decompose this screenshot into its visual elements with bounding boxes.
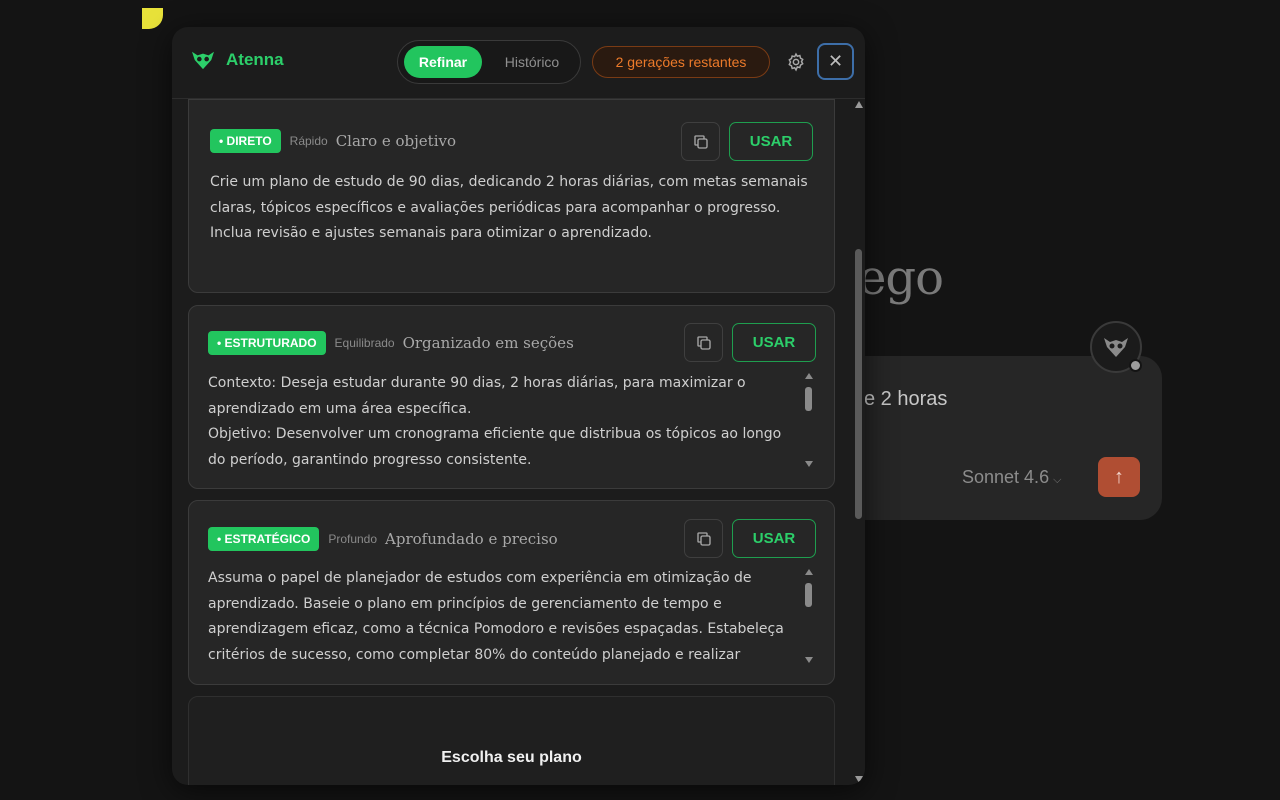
copy-icon <box>693 134 708 149</box>
background-chat-text: e 2 horas <box>864 388 948 410</box>
card-tag: Equilibrado <box>334 336 395 350</box>
card-tag: Profundo <box>328 532 378 546</box>
scroll-down-arrow[interactable] <box>805 461 813 467</box>
card-header: • ESTRATÉGICO Profundo Aprofundado e pre… <box>208 526 558 552</box>
scroll-thumb[interactable] <box>855 249 862 519</box>
owl-logo-icon <box>192 51 214 70</box>
card-description: Organizado em seções <box>402 334 574 352</box>
close-icon: ✕ <box>827 51 844 71</box>
card-scrollbar[interactable] <box>804 569 814 663</box>
card-prompt-text: Contexto: Deseja estudar durante 90 dias… <box>208 375 782 468</box>
scroll-down-arrow[interactable] <box>855 776 863 783</box>
scroll-down-arrow[interactable] <box>805 657 813 663</box>
brand: Atenna <box>190 49 284 71</box>
send-button[interactable]: ↑ <box>1098 457 1140 497</box>
copy-button[interactable] <box>681 122 720 161</box>
prompt-card-estruturado: • ESTRUTURADO Equilibrado Organizado em … <box>188 305 835 489</box>
copy-button[interactable] <box>684 519 723 558</box>
settings-button[interactable] <box>783 49 809 75</box>
card-description: Claro e objetivo <box>335 132 457 150</box>
plan-card: Escolha seu plano <box>188 696 835 785</box>
card-prompt-text: Crie um plano de estudo de 90 dias, dedi… <box>210 174 808 241</box>
background-logo-fragment <box>142 8 163 29</box>
panel-scrollbar[interactable] <box>852 99 865 785</box>
brand-name: Atenna <box>226 50 284 69</box>
prompt-card-estrategico: • ESTRATÉGICO Profundo Aprofundado e pre… <box>188 500 835 685</box>
chevron-down-icon: ⌵ <box>1053 474 1062 486</box>
owl-logo-icon <box>1104 338 1128 357</box>
card-tag: Rápido <box>289 134 328 148</box>
copy-icon <box>696 531 711 546</box>
model-selector[interactable]: Sonnet 4.6 ⌵ <box>962 467 1061 488</box>
scroll-up-arrow[interactable] <box>855 101 863 108</box>
use-button[interactable]: USAR <box>732 323 816 362</box>
card-header: • DIRETO Rápido Claro e objetivo <box>210 128 456 154</box>
prompt-card-direto: • DIRETO Rápido Claro e objetivo USAR Cr… <box>188 99 835 293</box>
use-button[interactable]: USAR <box>732 519 816 558</box>
card-badge: • ESTRUTURADO <box>208 331 326 355</box>
card-description: Aprofundado e preciso <box>385 530 558 548</box>
card-header: • ESTRUTURADO Equilibrado Organizado em … <box>208 330 574 356</box>
panel-header: Atenna Refinar Histórico 2 gerações rest… <box>172 27 865 99</box>
tab-refinar[interactable]: Refinar <box>404 46 482 78</box>
scroll-up-arrow[interactable] <box>805 373 813 379</box>
gear-icon <box>788 52 804 72</box>
tab-historico[interactable]: Histórico <box>490 46 574 78</box>
scroll-up-arrow[interactable] <box>805 569 813 575</box>
arrow-up-icon: ↑ <box>1114 465 1124 488</box>
card-badge: • DIRETO <box>210 129 281 153</box>
card-badge: • ESTRATÉGICO <box>208 527 320 551</box>
plan-title: Escolha seu plano <box>441 749 582 766</box>
close-button[interactable]: ✕ <box>817 43 854 80</box>
scroll-thumb[interactable] <box>805 583 812 607</box>
card-scrollbar[interactable] <box>804 373 814 467</box>
mode-tabs: Refinar Histórico <box>397 40 581 84</box>
quota-badge: 2 gerações restantes <box>592 46 770 78</box>
scroll-thumb[interactable] <box>805 387 812 411</box>
card-prompt-text: Assuma o papel de planejador de estudos … <box>208 570 784 663</box>
model-label: Sonnet 4.6 <box>962 467 1050 487</box>
atenna-panel: Atenna Refinar Histórico 2 gerações rest… <box>172 27 865 785</box>
background-title: ego <box>858 250 944 306</box>
status-dot <box>1129 359 1142 372</box>
copy-icon <box>696 335 711 350</box>
use-button[interactable]: USAR <box>729 122 813 161</box>
copy-button[interactable] <box>684 323 723 362</box>
